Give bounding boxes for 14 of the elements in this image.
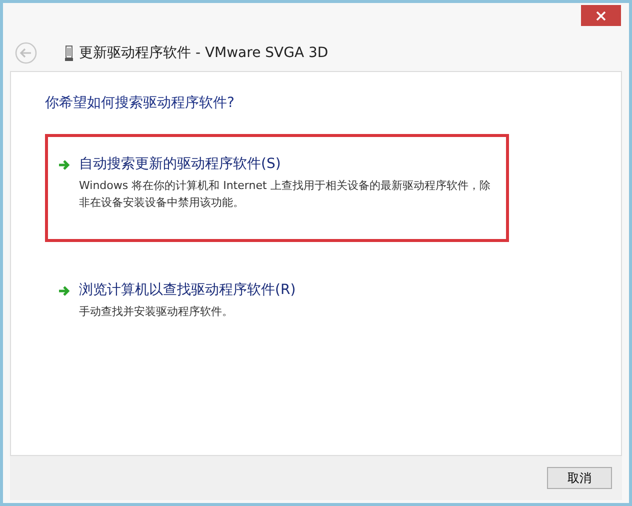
arrow-icon	[58, 285, 71, 297]
option-title: 浏览计算机以查找驱动程序软件(R)	[79, 281, 296, 299]
arrow-icon	[58, 159, 71, 171]
option-description: Windows 将在你的计算机和 Internet 上查找用于相关设备的最新驱动程序软件，除非在设备安装设备中禁用该功能。	[79, 178, 492, 211]
option-link[interactable]: 浏览计算机以查找驱动程序软件(R) 手动查找并安装驱动程序软件。	[45, 260, 509, 368]
option-description: 手动查找并安装驱动程序软件。	[79, 304, 234, 320]
cancel-button[interactable]: 取消	[547, 467, 612, 489]
close-button[interactable]	[581, 5, 621, 26]
device-icon	[65, 45, 73, 61]
option-title: 自动搜索更新的驱动程序软件(S)	[79, 155, 282, 173]
option-link[interactable]: 自动搜索更新的驱动程序软件(S) Windows 将在你的计算机和 Internet 上查找用于相关设备的最新驱动程序软件，除非在设备安装设备中禁用该功能。	[45, 134, 509, 242]
close-icon	[596, 10, 606, 20]
window-title: 更新驱动程序软件 - VMware SVGA 3D	[79, 44, 328, 62]
question-heading: 你希望如何搜索驱动程序软件?	[45, 94, 236, 112]
